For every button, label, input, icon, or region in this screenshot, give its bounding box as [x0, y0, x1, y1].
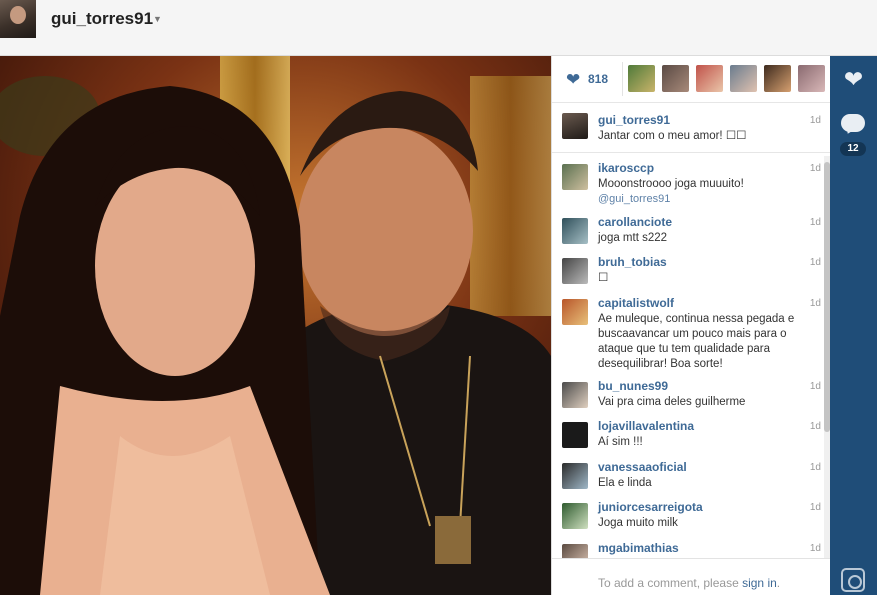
comment-count-badge: 12 [840, 142, 866, 156]
comment-username[interactable]: lojavillavalentina [598, 419, 694, 433]
comment-item: mgabimathias 1d [552, 540, 831, 558]
liker-avatar[interactable] [662, 65, 689, 92]
camera-icon[interactable] [841, 568, 865, 592]
comment-text: Aí sim !!! [598, 436, 643, 448]
timestamp: 1d [809, 257, 821, 268]
comment-text: Vai pra cima deles guilherme [598, 396, 746, 408]
timestamp: 1d [809, 502, 821, 513]
comment-username[interactable]: capitalistwolf [598, 296, 674, 310]
avatar[interactable] [562, 463, 588, 489]
liker-avatar[interactable] [764, 65, 791, 92]
action-rail: ❤ 12 [830, 56, 877, 595]
comment-username[interactable]: bu_nunes99 [598, 379, 668, 393]
avatar[interactable] [562, 382, 588, 408]
timestamp: 1d [809, 298, 821, 309]
comment-text: ☐ [598, 272, 609, 284]
add-comment-prefix: To add a comment, please [598, 576, 743, 590]
timestamp: 1d [809, 543, 821, 554]
heart-icon[interactable]: ❤ [838, 66, 869, 93]
heart-icon[interactable]: ❤ [566, 70, 580, 90]
avatar[interactable] [562, 299, 588, 325]
speech-bubble-icon[interactable] [841, 114, 865, 132]
post-caption: gui_torres91 Jantar com o meu amor! ☐☐ 1… [552, 103, 831, 153]
timestamp: 1d [809, 163, 821, 174]
comment-username[interactable]: carollanciote [598, 215, 672, 229]
comment-username[interactable]: vanessaaoficial [598, 460, 687, 474]
caption-username[interactable]: gui_torres91 [598, 113, 670, 127]
comment-text: Ela e linda [598, 477, 652, 489]
comment-username[interactable]: ikarosccp [598, 161, 654, 175]
comment-text: Mooonstroooo joga muuuito! @gui_torres91 [598, 177, 813, 207]
liker-avatar[interactable] [628, 65, 655, 92]
top-bar: gui_torres91 ▼ [0, 0, 877, 56]
avatar[interactable] [562, 503, 588, 529]
timestamp: 1d [809, 217, 821, 228]
timestamp: 1d [809, 462, 821, 473]
likes-row: ❤ 818 [552, 56, 831, 103]
timestamp: 1d [809, 421, 821, 432]
add-comment-prompt: To add a comment, please sign in. [598, 576, 780, 590]
avatar[interactable] [562, 164, 588, 190]
profile-username[interactable]: gui_torres91 [51, 9, 153, 29]
comments-panel: ❤ 818 gui_torres91 Jantar com o meu amor… [551, 56, 831, 595]
avatar[interactable] [562, 258, 588, 284]
caption-text: Jantar com o meu amor! ☐☐ [598, 130, 747, 142]
add-comment-bar: To add a comment, please sign in. [552, 558, 831, 595]
chevron-down-icon[interactable]: ▼ [153, 14, 162, 24]
liker-avatar[interactable] [730, 65, 757, 92]
avatar[interactable] [562, 218, 588, 244]
avatar[interactable] [562, 113, 588, 139]
comment-body: Mooonstroooo joga muuuito! [598, 178, 744, 190]
comment-mention[interactable]: @gui_torres91 [598, 193, 670, 205]
divider [622, 62, 623, 96]
comment-username[interactable]: juniorcesarreigota [598, 500, 703, 514]
likes-count[interactable]: 818 [588, 72, 608, 86]
add-comment-suffix: . [776, 576, 781, 590]
comment-username[interactable]: bruh_tobias [598, 255, 667, 269]
timestamp: 1d [809, 115, 821, 126]
timestamp: 1d [809, 381, 821, 392]
avatar[interactable] [562, 544, 588, 558]
liker-avatar[interactable] [798, 65, 825, 92]
avatar[interactable] [562, 422, 588, 448]
sign-in-link[interactable]: sign in [742, 576, 777, 590]
user-avatar[interactable] [0, 0, 36, 38]
comment-text: Ae muleque, continua nessa pegada e busc… [598, 313, 795, 370]
post-photo [0, 56, 551, 595]
comment-text: joga mtt s222 [598, 232, 668, 244]
comment-text: Joga muito milk [598, 517, 678, 529]
liker-avatar[interactable] [696, 65, 723, 92]
comment-username[interactable]: mgabimathias [598, 541, 679, 555]
